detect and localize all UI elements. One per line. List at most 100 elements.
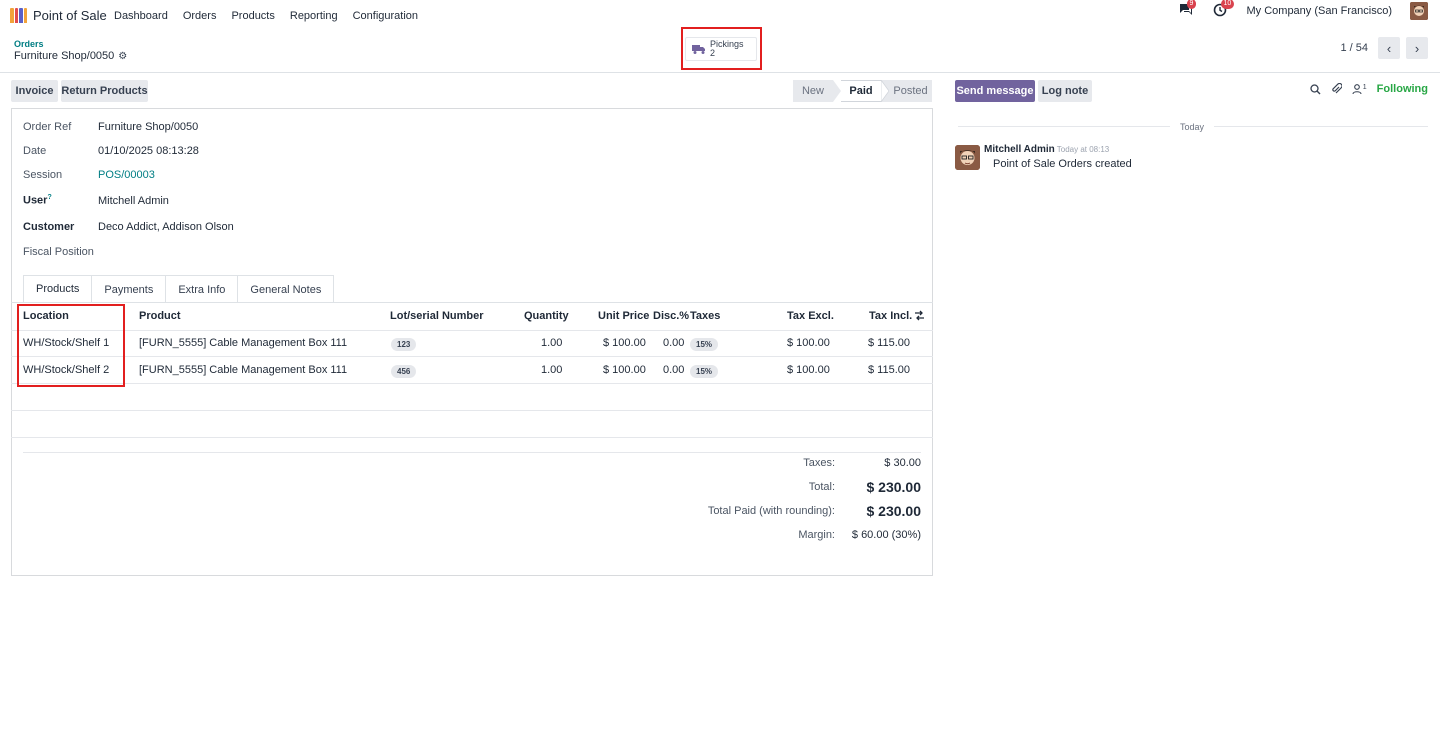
navbar-systray: 9 10 My Company (San Francisco) <box>1179 0 1428 20</box>
stage-new[interactable]: New <box>793 80 833 102</box>
pickings-smart-button[interactable]: Pickings 2 <box>685 37 757 61</box>
date-separator: Today <box>1170 122 1215 132</box>
pager-value[interactable]: 1 / 54 <box>1340 42 1368 54</box>
truck-icon <box>692 44 705 54</box>
tab-extra-info[interactable]: Extra Info <box>165 275 239 303</box>
col-quantity[interactable]: Quantity <box>524 310 569 322</box>
message-body: Point of Sale Orders created <box>993 158 1132 170</box>
row-product-link[interactable]: [FURN_5555] Cable Management Box 111 <box>139 364 347 376</box>
stage-arrow <box>881 80 889 102</box>
row-location: WH/Stock/Shelf 2 <box>23 364 110 376</box>
app-brand[interactable]: Point of Sale <box>10 8 107 23</box>
tab-general-notes[interactable]: General Notes <box>237 275 335 303</box>
col-location[interactable]: Location <box>23 310 69 322</box>
stage-posted[interactable]: Posted <box>889 80 932 102</box>
pager-previous-button[interactable]: ‹ <box>1378 37 1400 59</box>
user-value: Mitchell Admin <box>98 195 169 207</box>
log-note-button[interactable]: Log note <box>1038 80 1092 102</box>
menu-dashboard[interactable]: Dashboard <box>114 10 168 22</box>
taxes-total-label: Taxes: <box>803 457 835 469</box>
customer-label: Customer <box>23 221 75 233</box>
tab-payments[interactable]: Payments <box>91 275 167 303</box>
row-tax-excl: $ 100.00 <box>787 337 830 349</box>
taxes-total-value: $ 30.00 <box>884 457 921 469</box>
messaging-menu[interactable]: 9 <box>1179 0 1197 19</box>
row-divider <box>11 410 933 411</box>
user-label: User? <box>23 194 52 207</box>
total-label: Total: <box>808 481 835 493</box>
main-menu: Dashboard Orders Products Reporting Conf… <box>114 10 418 22</box>
help-icon[interactable]: ? <box>47 194 51 201</box>
menu-reporting[interactable]: Reporting <box>290 10 338 22</box>
row-discount: 0.00 <box>663 364 685 376</box>
followers-button[interactable]: 1 <box>1352 84 1367 95</box>
tab-products[interactable]: Products <box>23 275 93 303</box>
tax-badge: 15% <box>690 365 719 378</box>
record-name: Furniture Shop/0050 <box>14 50 115 62</box>
gear-icon[interactable]: ⚙ <box>118 51 127 62</box>
menu-products[interactable]: Products <box>231 10 274 22</box>
control-panel-divider <box>0 72 1440 73</box>
following-button[interactable]: Following <box>1377 83 1428 95</box>
breadcrumb-current: Furniture Shop/0050 ⚙ <box>14 50 127 62</box>
optional-columns-icon[interactable] <box>914 310 925 321</box>
col-taxes[interactable]: Taxes <box>690 310 720 322</box>
chatter-topbar: 1 Following <box>1310 83 1428 95</box>
total-value: $ 230.00 <box>866 479 922 495</box>
invoice-button[interactable]: Invoice <box>11 80 58 102</box>
breadcrumb-orders[interactable]: Orders <box>14 39 44 49</box>
activity-menu[interactable]: 10 <box>1213 0 1235 19</box>
row-tax-incl: $ 115.00 <box>868 364 911 376</box>
col-tax-excl[interactable]: Tax Excl. <box>787 310 834 322</box>
fiscal-position-label: Fiscal Position <box>23 246 94 258</box>
message-author-avatar[interactable] <box>955 145 980 170</box>
row-divider <box>11 437 933 438</box>
return-products-button[interactable]: Return Products <box>61 80 148 102</box>
row-quantity: 1.00 <box>541 364 563 376</box>
margin-value: $ 60.00 (30%) <box>851 529 921 541</box>
tabs-divider <box>11 302 933 303</box>
pickings-count: 2 <box>710 48 716 58</box>
total-paid-value: $ 230.00 <box>866 503 922 519</box>
date-value: 01/10/2025 08:13:28 <box>98 145 199 157</box>
pager-next-button[interactable]: › <box>1406 37 1428 59</box>
session-link[interactable]: POS/00003 <box>98 169 155 181</box>
user-label-text: User <box>23 194 48 207</box>
session-label: Session <box>23 169 63 181</box>
col-product[interactable]: Product <box>139 310 181 322</box>
totals-divider <box>23 452 921 453</box>
date-label: Date <box>23 145 47 157</box>
customer-value: Deco Addict, Addison Olson <box>98 221 234 233</box>
record-pager: 1 / 54 ‹ › <box>1340 37 1428 59</box>
row-tax-excl: $ 100.00 <box>787 364 830 376</box>
user-icon <box>1352 83 1362 94</box>
menu-orders[interactable]: Orders <box>183 10 217 22</box>
paperclip-icon[interactable] <box>1331 83 1342 95</box>
send-message-button[interactable]: Send message <box>955 80 1035 102</box>
row-divider <box>11 383 933 384</box>
message-author: Mitchell Admin Today at 08:13 <box>984 144 1109 155</box>
user-avatar[interactable] <box>1410 2 1428 20</box>
row-quantity: 1.00 <box>541 337 563 349</box>
row-product-link[interactable]: [FURN_5555] Cable Management Box 111 <box>139 337 347 349</box>
chevron-left-icon: ‹ <box>1386 40 1392 56</box>
message-author-name[interactable]: Mitchell Admin <box>984 144 1055 155</box>
stage-arrow <box>833 80 841 102</box>
menu-configuration[interactable]: Configuration <box>353 10 418 22</box>
col-discount[interactable]: Disc.% <box>653 310 689 322</box>
row-location: WH/Stock/Shelf 1 <box>23 337 110 349</box>
activities-count-badge: 10 <box>1220 0 1235 9</box>
col-lot[interactable]: Lot/serial Number <box>390 310 484 322</box>
search-icon[interactable] <box>1310 83 1321 95</box>
row-tax-incl: $ 115.00 <box>868 337 911 349</box>
col-tax-incl[interactable]: Tax Incl. <box>869 310 912 322</box>
col-unit-price[interactable]: Unit Price <box>598 310 649 322</box>
company-switcher[interactable]: My Company (San Francisco) <box>1247 5 1393 17</box>
order-ref-value: Furniture Shop/0050 <box>98 121 199 133</box>
pickings-label: Pickings <box>710 39 744 49</box>
tax-badge: 15% <box>690 338 719 351</box>
stage-paid[interactable]: Paid <box>841 80 881 102</box>
followers-count: 1 <box>1362 83 1367 91</box>
status-bar: New Paid Posted <box>793 80 932 102</box>
app-name: Point of Sale <box>33 8 107 23</box>
